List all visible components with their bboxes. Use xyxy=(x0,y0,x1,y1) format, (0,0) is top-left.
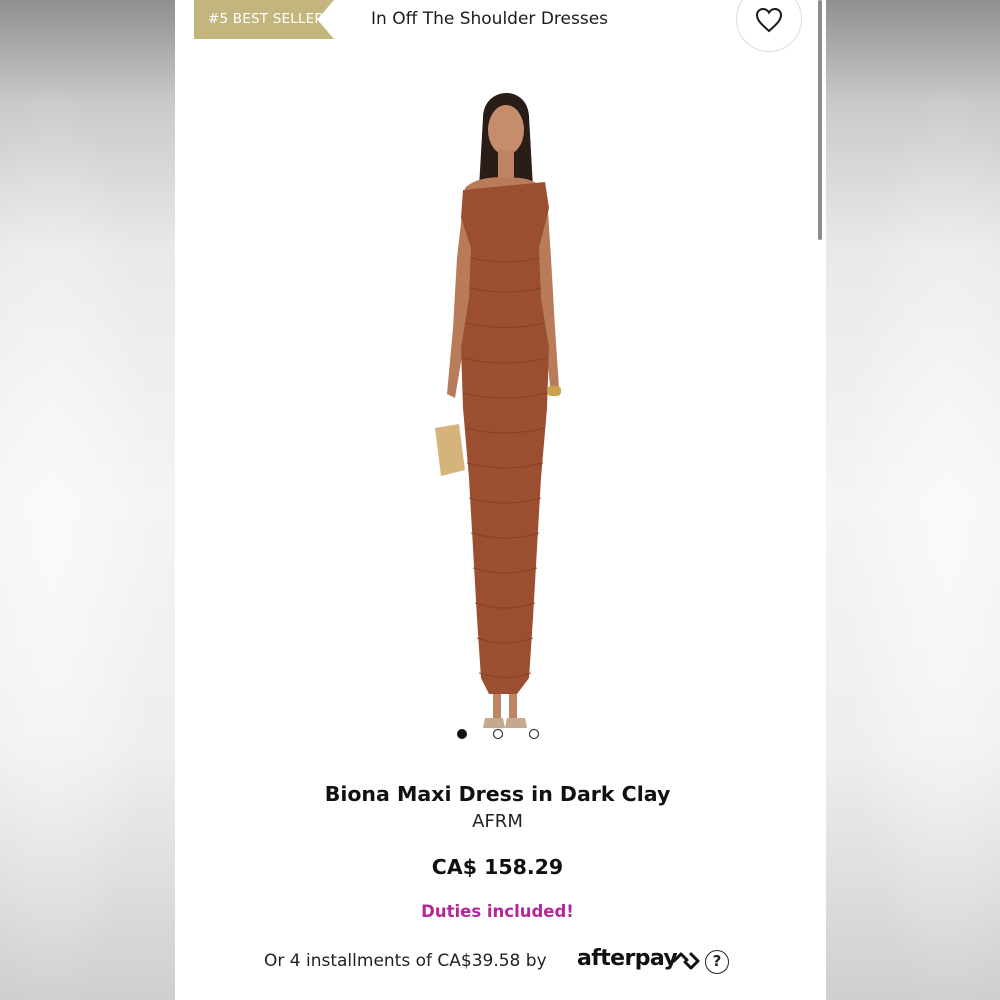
afterpay-logo-icon xyxy=(672,952,700,970)
gallery-dot-2[interactable] xyxy=(493,729,503,739)
product-image[interactable] xyxy=(395,78,605,740)
wishlist-button[interactable] xyxy=(736,0,802,52)
product-page: #5 BEST SELLER In Off The Shoulder Dress… xyxy=(175,0,826,1000)
gallery-dot-1[interactable] xyxy=(457,729,467,739)
background-right xyxy=(826,0,1000,1000)
product-price: CA$ 158.29 xyxy=(431,855,564,879)
best-seller-label: #5 BEST SELLER xyxy=(208,11,324,27)
gallery-dot-3[interactable] xyxy=(529,729,539,739)
background-left xyxy=(0,0,175,1000)
installments-text: Or 4 installments of CA$39.58 by xyxy=(264,951,547,971)
scrollbar[interactable] xyxy=(818,0,822,240)
afterpay-help-icon[interactable]: ? xyxy=(705,950,729,974)
product-title: Biona Maxi Dress in Dark Clay xyxy=(324,782,671,806)
best-seller-category-link[interactable]: In Off The Shoulder Dresses xyxy=(371,9,608,29)
heart-icon xyxy=(755,7,783,33)
best-seller-badge: #5 BEST SELLER xyxy=(194,0,334,39)
duties-notice: Duties included! xyxy=(421,902,574,921)
afterpay-wordmark: afterpay xyxy=(577,946,678,971)
product-brand[interactable]: AFRM xyxy=(175,811,820,832)
